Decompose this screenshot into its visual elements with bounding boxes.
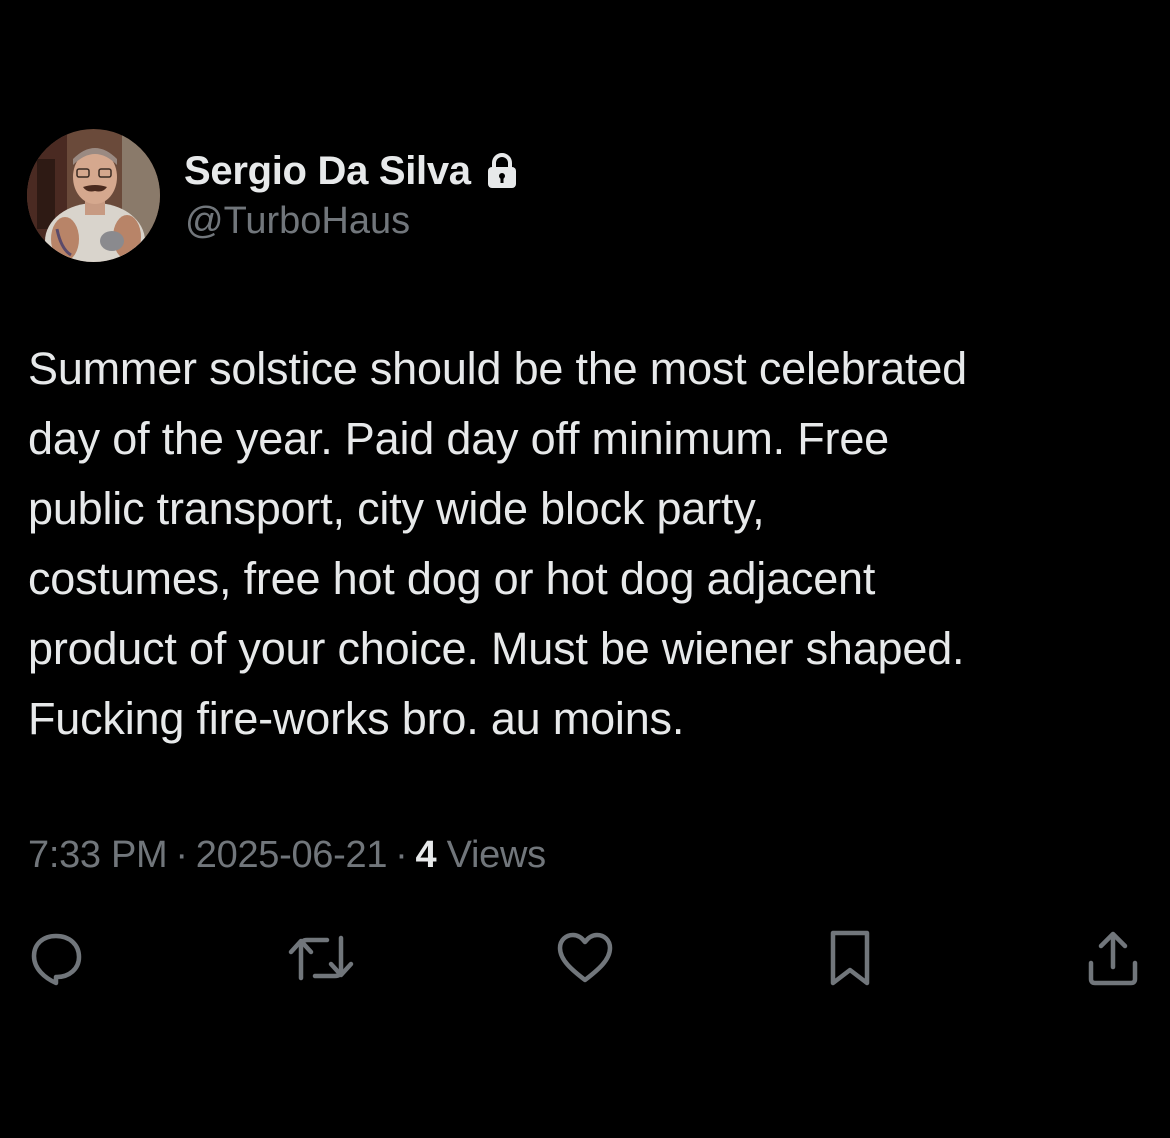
bookmark-button[interactable] — [815, 925, 885, 991]
lock-icon — [485, 152, 519, 190]
share-icon — [1088, 931, 1138, 986]
tweet-text-line: day of the year. Paid day off minimum. F… — [28, 413, 889, 464]
share-button[interactable] — [1078, 925, 1148, 991]
author-name-row: Sergio Da Silva — [184, 146, 519, 196]
retweet-button[interactable] — [286, 925, 356, 991]
retweet-icon — [288, 935, 354, 981]
tweet-text: Summer solstice should be the most celeb… — [28, 334, 1148, 754]
avatar-image — [27, 129, 160, 262]
reply-icon — [31, 933, 82, 986]
tweet-time[interactable]: 7:33 PM — [28, 834, 168, 876]
tweet-text-line: public transport, city wide block party, — [28, 483, 765, 534]
like-button[interactable] — [550, 925, 620, 991]
tweet-text-line: Fucking fire-works bro. au moins. — [28, 693, 685, 744]
tweet-meta: 7:33 PM · 2025-06-21 · 4 Views — [28, 834, 546, 877]
tweet-text-line: product of your choice. Must be wiener s… — [28, 623, 965, 674]
author-handle[interactable]: @TurboHaus — [185, 200, 410, 243]
reply-button[interactable] — [21, 925, 91, 991]
tweet-date[interactable]: 2025-06-21 — [196, 834, 388, 876]
avatar[interactable] — [27, 129, 160, 262]
heart-icon — [557, 932, 613, 983]
bookmark-icon — [830, 930, 870, 986]
meta-separator: · — [175, 834, 188, 876]
views-label: Views — [446, 834, 546, 876]
tweet-action-bar — [0, 925, 1170, 995]
tweet-text-line: costumes, free hot dog or hot dog adjace… — [28, 553, 876, 604]
views-count: 4 — [415, 834, 437, 876]
tweet-detail: Sergio Da Silva @TurboHaus Summer solsti… — [0, 0, 1170, 1138]
tweet-text-line: Summer solstice should be the most celeb… — [28, 343, 967, 394]
meta-separator: · — [395, 834, 408, 876]
author-display-name[interactable]: Sergio Da Silva — [184, 149, 471, 194]
